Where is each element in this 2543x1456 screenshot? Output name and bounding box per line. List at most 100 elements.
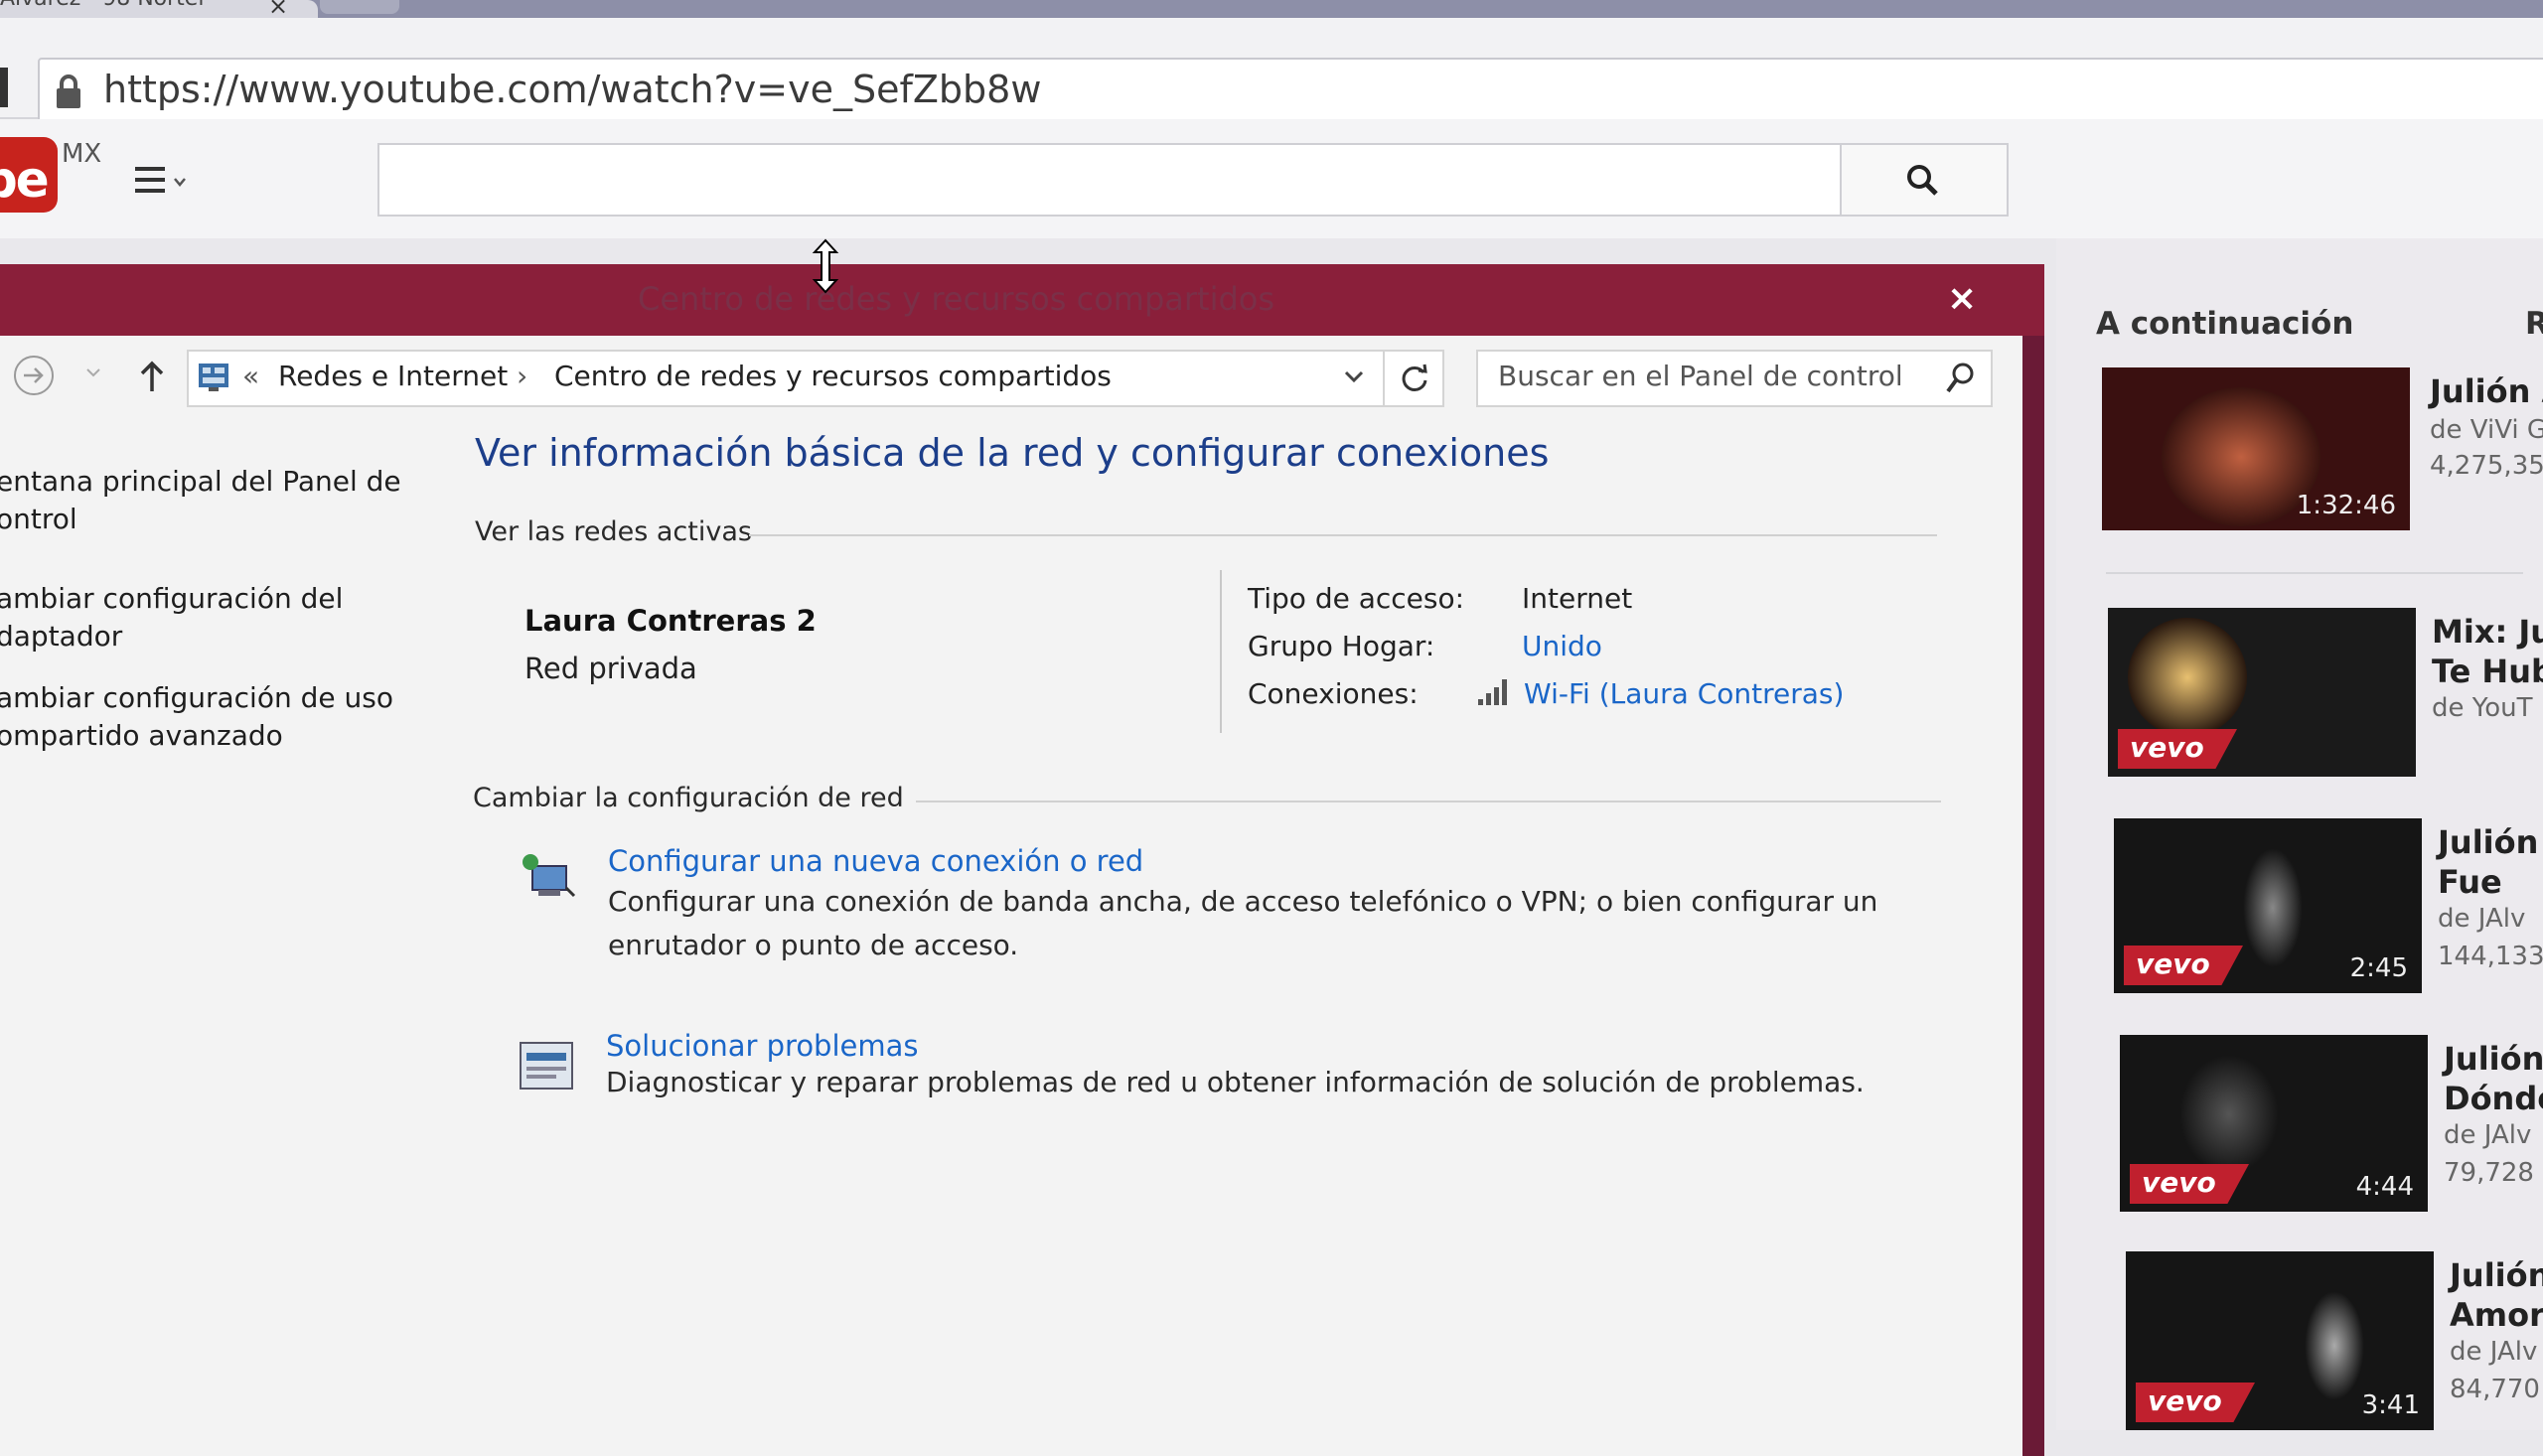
video-title-line2: Dónde: [2444, 1080, 2543, 1117]
youtube-logo[interactable]: be: [0, 137, 58, 213]
active-networks-label: Ver las redes activas: [475, 516, 752, 547]
guide-menu-icon[interactable]: [133, 161, 193, 201]
vevo-badge: vevo: [2124, 946, 2243, 985]
url-text[interactable]: https://www.youtube.com/watch?v=ve_SefZb…: [103, 68, 1041, 111]
address-bar[interactable]: https://www.youtube.com/watch?v=ve_SefZb…: [38, 58, 2543, 127]
search-icon: [1907, 165, 1938, 196]
video-duration: 4:44: [2355, 1172, 2414, 1202]
access-type-label: Tipo de acceso:: [1248, 582, 1465, 615]
video-title-line2: Amor: [2450, 1296, 2543, 1334]
tab-strip: Alvarez - 98 Nortei ×: [0, 0, 2543, 18]
autoplay-label: R: [2525, 306, 2543, 342]
refresh-button[interactable]: [1383, 352, 1442, 405]
video-title-line1: Mix: Ju: [2432, 613, 2543, 651]
troubleshoot-icon: [520, 1042, 573, 1090]
video-title[interactable]: Mix: Ju Te Hub: [2432, 612, 2543, 691]
up-next-panel: A continuación R 1:32:46 Julión Á de ViV…: [2056, 238, 2543, 1430]
video-thumbnail[interactable]: 1:32:46: [2102, 367, 2410, 530]
chevron-down-icon[interactable]: [1341, 362, 1367, 391]
wifi-signal-icon: [1478, 679, 1507, 705]
country-code: MX: [62, 139, 102, 169]
video-title[interactable]: Julión Fue: [2438, 822, 2538, 902]
video-title-line1: Julión: [2438, 823, 2539, 861]
back-button-edge[interactable]: [0, 68, 8, 107]
youtube-search-input[interactable]: [377, 143, 1842, 217]
browser-tab[interactable]: Alvarez - 98 Nortei ×: [0, 0, 318, 18]
homegroup-label: Grupo Hogar:: [1248, 630, 1435, 662]
video-views: 84,770: [2450, 1375, 2540, 1404]
video-title[interactable]: Julión Amor: [2450, 1255, 2543, 1335]
thumbnail-image: [2128, 618, 2247, 737]
new-connection-link[interactable]: Configurar una nueva conexión o red: [608, 844, 1143, 878]
breadcrumb-item-centro[interactable]: Centro de redes y recursos compartidos: [554, 360, 1112, 392]
lock-icon: [57, 74, 80, 108]
sidebar-link-cambiar-adaptador[interactable]: ambiar configuración del daptador: [0, 580, 343, 655]
vevo-badge: vevo: [2130, 1164, 2249, 1204]
tab-title: Alvarez - 98 Nortei: [0, 0, 204, 11]
video-thumbnail[interactable]: vevo 4:44: [2120, 1035, 2428, 1212]
vevo-label: vevo: [2136, 947, 2210, 980]
forward-arrow-icon[interactable]: [10, 354, 58, 397]
section-divider: [916, 801, 1941, 802]
vevo-badge: vevo: [2118, 729, 2237, 769]
video-views: 79,728: [2444, 1158, 2534, 1188]
new-connection-icon: [523, 854, 576, 898]
vevo-label: vevo: [2142, 1166, 2216, 1199]
change-settings-label: Cambiar la configuración de red: [473, 783, 904, 813]
search-icon[interactable]: [1945, 362, 1975, 395]
video-channel: de ViVi G: [2430, 415, 2543, 445]
video-channel: de JAlv: [2450, 1337, 2538, 1367]
vevo-badge: vevo: [2136, 1383, 2255, 1422]
homegroup-link[interactable]: Unido: [1522, 630, 1602, 662]
window-border: [2022, 336, 2044, 1456]
network-type-link[interactable]: Red privada: [524, 652, 697, 685]
video-duration: 3:41: [2361, 1390, 2420, 1420]
sidebar-link-uso-compartido[interactable]: ambiar configuración de uso ompartido av…: [0, 679, 393, 755]
video-title[interactable]: Julión Á: [2430, 371, 2543, 411]
video-channel: de JAlv: [2438, 904, 2526, 934]
breadcrumb-separator[interactable]: ›: [517, 360, 527, 392]
recent-pages-chevron-icon[interactable]: [83, 365, 103, 379]
sidebar-link-panel-principal[interactable]: entana principal del Panel de ontrol: [0, 463, 401, 538]
tab-close-icon[interactable]: ×: [268, 0, 288, 18]
video-title-line2: Fue: [2438, 863, 2502, 901]
section-divider: [749, 534, 1937, 536]
up-arrow-icon[interactable]: [137, 360, 167, 393]
video-thumbnail[interactable]: vevo 3:41: [2126, 1251, 2434, 1430]
close-icon[interactable]: ×: [1947, 278, 1977, 319]
network-name: Laura Contreras 2: [524, 604, 817, 638]
video-title[interactable]: JuliónDónde: [2444, 1039, 2543, 1118]
wifi-connection-link[interactable]: Wi-Fi (Laura Contreras): [1524, 677, 1844, 710]
window-titlebar[interactable]: Centro de redes y recursos compartidos ×: [0, 264, 2044, 336]
search-placeholder: Buscar en el Panel de control: [1498, 360, 1903, 392]
video-title-line1: Julión: [2450, 1256, 2543, 1294]
up-next-title: A continuación: [2096, 306, 2354, 342]
video-thumbnail[interactable]: vevo 2:45: [2114, 818, 2422, 993]
new-tab-button[interactable]: [320, 0, 399, 14]
control-panel-search-input[interactable]: Buscar en el Panel de control: [1476, 350, 1993, 407]
access-type-value: Internet: [1522, 582, 1633, 615]
troubleshoot-link[interactable]: Solucionar problemas: [606, 1029, 919, 1063]
thumbnail-image: [2305, 1291, 2364, 1400]
vertical-divider: [1220, 570, 1222, 733]
window-title: Centro de redes y recursos compartidos: [638, 280, 1275, 318]
thumbnail-image: [2179, 1055, 2279, 1174]
page-title: Ver información básica de la red y confi…: [475, 431, 1550, 475]
resize-cursor-icon: [812, 238, 839, 294]
video-duration: 1:32:46: [2296, 491, 2396, 520]
youtube-search-button[interactable]: [1840, 143, 2009, 217]
troubleshoot-description: Diagnosticar y reparar problemas de red …: [606, 1066, 1865, 1098]
video-title-line2: Te Hub: [2432, 653, 2543, 690]
video-duration: 2:45: [2349, 953, 2408, 983]
breadcrumb[interactable]: « Redes e Internet › Centro de redes y r…: [187, 350, 1444, 407]
breadcrumb-item-redes[interactable]: Redes e Internet: [278, 360, 508, 392]
youtube-header: be MX: [0, 119, 2543, 238]
video-thumbnail[interactable]: vevo: [2108, 608, 2416, 777]
breadcrumb-overflow[interactable]: «: [242, 360, 259, 392]
new-connection-description: Configurar una conexión de banda ancha, …: [608, 885, 1878, 961]
connections-label: Conexiones:: [1248, 677, 1419, 710]
vevo-label: vevo: [2130, 731, 2204, 764]
network-center-window: Centro de redes y recursos compartidos ×: [0, 264, 2044, 1456]
browser-toolbar: https://www.youtube.com/watch?v=ve_SefZb…: [0, 18, 2543, 127]
navigation-bar: « Redes e Internet › Centro de redes y r…: [0, 336, 2022, 413]
